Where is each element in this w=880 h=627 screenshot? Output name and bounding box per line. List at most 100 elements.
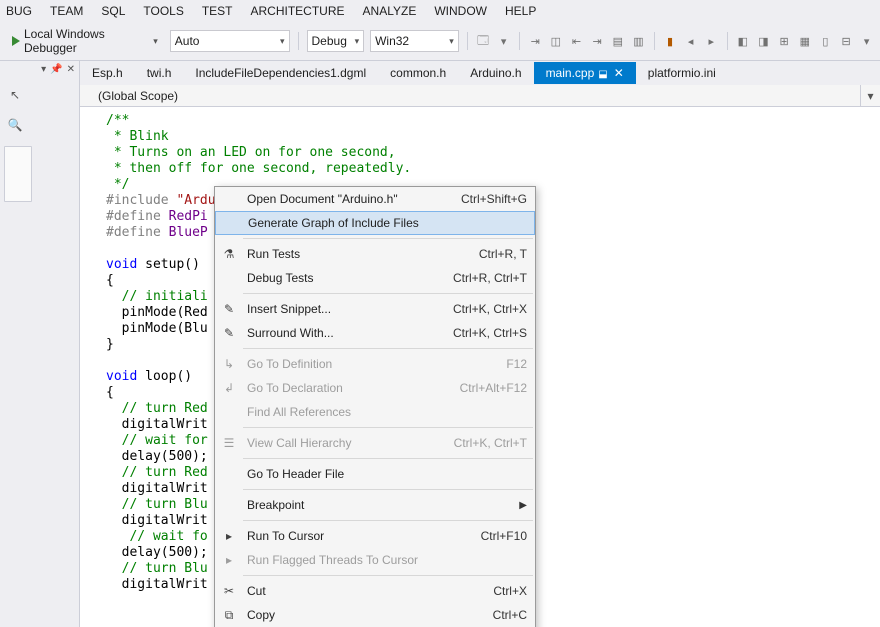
tool-icon-a[interactable]: ◧ bbox=[736, 33, 751, 49]
menu-item[interactable]: ✂CutCtrl+X bbox=[215, 579, 535, 603]
close-icon[interactable]: ✕ bbox=[67, 64, 75, 75]
tab-main[interactable]: main.cpp⬓✕ bbox=[534, 62, 636, 84]
menu-sql[interactable]: SQL bbox=[101, 4, 125, 18]
toolbox-search-icon[interactable]: 🔍 bbox=[6, 116, 24, 134]
tool-icon-e[interactable]: ▯ bbox=[818, 33, 833, 49]
menu-architecture[interactable]: ARCHITECTURE bbox=[251, 4, 345, 18]
tool-icon-g[interactable]: ▾ bbox=[859, 33, 874, 49]
toolbox-cursor-icon[interactable]: ↖ bbox=[6, 86, 24, 104]
menu-item[interactable]: ⚗Run TestsCtrl+R, T bbox=[215, 242, 535, 266]
menu-window[interactable]: WINDOW bbox=[434, 4, 487, 18]
tab-includedeps[interactable]: IncludeFileDependencies1.dgml bbox=[183, 62, 378, 84]
separator bbox=[243, 458, 533, 459]
tab-esp[interactable]: Esp.h bbox=[80, 62, 135, 84]
menu-test[interactable]: TEST bbox=[202, 4, 233, 18]
menu-item-label: Open Document "Arduino.h" bbox=[247, 192, 453, 206]
pin-icon[interactable]: ⬓ bbox=[598, 69, 607, 80]
prev-icon[interactable]: ◂ bbox=[683, 33, 698, 49]
dropdown-icon[interactable]: ▾ bbox=[496, 33, 511, 49]
menu-team[interactable]: TEAM bbox=[50, 4, 83, 18]
platform-combo[interactable]: Win32▾ bbox=[370, 30, 459, 52]
menu-item: ☰ View Call Hierarchy Ctrl+K, Ctrl+T bbox=[215, 431, 535, 455]
menu-item[interactable]: Breakpoint ▶ bbox=[215, 493, 535, 517]
menu-shortcut: Ctrl+Shift+G bbox=[461, 192, 527, 206]
menu-item[interactable]: ✎Surround With...Ctrl+K, Ctrl+S bbox=[215, 321, 535, 345]
frame-icon[interactable]: ◫ bbox=[549, 33, 564, 49]
menu-item: ↳Go To DefinitionF12 bbox=[215, 352, 535, 376]
menu-shortcut: F12 bbox=[506, 357, 527, 371]
tool-icon-c[interactable]: ⊞ bbox=[777, 33, 792, 49]
tab-common[interactable]: common.h bbox=[378, 62, 458, 84]
collapsed-tool-window[interactable] bbox=[4, 146, 32, 202]
separator bbox=[727, 32, 728, 50]
close-tab-icon[interactable]: ✕ bbox=[614, 66, 624, 80]
uncomment-icon[interactable]: ▥ bbox=[631, 33, 646, 49]
menu-shortcut: Ctrl+K, Ctrl+T bbox=[454, 436, 527, 450]
config-combo-1[interactable]: Auto▾ bbox=[170, 30, 290, 52]
document-tabstrip: Esp.h twi.h IncludeFileDependencies1.dgm… bbox=[80, 61, 880, 85]
main-menubar: BUG TEAM SQL TOOLS TEST ARCHITECTURE ANA… bbox=[0, 0, 880, 22]
menu-help[interactable]: HELP bbox=[505, 4, 536, 18]
tab-twi[interactable]: twi.h bbox=[135, 62, 184, 84]
file-icon[interactable]: 🗔 bbox=[476, 33, 491, 49]
cursor-icon: ▸ bbox=[219, 552, 239, 568]
play-icon bbox=[12, 36, 20, 46]
menu-item[interactable]: Generate Graph of Include Files bbox=[215, 211, 535, 235]
menu-item-label: Breakpoint bbox=[247, 498, 511, 512]
separator bbox=[519, 32, 520, 50]
step-icon[interactable]: ⇥ bbox=[528, 33, 543, 49]
separator bbox=[243, 427, 533, 428]
separator bbox=[243, 489, 533, 490]
tab-arduino[interactable]: Arduino.h bbox=[458, 62, 533, 84]
chevron-down-icon[interactable]: ▾ bbox=[860, 85, 880, 106]
flask-icon: ⚗ bbox=[219, 246, 239, 262]
next-icon[interactable]: ▸ bbox=[704, 33, 719, 49]
menu-item-label: Insert Snippet... bbox=[247, 302, 445, 316]
comment-icon[interactable]: ▤ bbox=[610, 33, 625, 49]
menu-item: Find All References bbox=[215, 400, 535, 424]
blank-icon bbox=[219, 270, 239, 286]
snip-icon: ✎ bbox=[219, 301, 239, 317]
bookmark-icon[interactable]: ▮ bbox=[663, 33, 678, 49]
call-icon: ☰ bbox=[219, 435, 239, 451]
tool-icon-b[interactable]: ◨ bbox=[756, 33, 771, 49]
menu-item[interactable]: ▸Run To CursorCtrl+F10 bbox=[215, 524, 535, 548]
menu-shortcut: Ctrl+C bbox=[493, 608, 527, 622]
start-debug-button[interactable]: Local Windows Debugger ▾ bbox=[6, 25, 164, 57]
left-dock: ▾ 📌 ✕ ↖ 🔍 bbox=[0, 61, 80, 627]
separator bbox=[243, 520, 533, 521]
menu-item-label: Generate Graph of Include Files bbox=[248, 216, 518, 230]
pin-icon[interactable]: 📌 bbox=[50, 64, 62, 75]
dropdown-icon[interactable]: ▾ bbox=[41, 64, 46, 75]
menu-tools[interactable]: TOOLS bbox=[143, 4, 183, 18]
menu-item-label: Cut bbox=[247, 584, 485, 598]
menu-shortcut: Ctrl+K, Ctrl+X bbox=[453, 302, 527, 316]
separator bbox=[243, 348, 533, 349]
scope-combo[interactable]: (Global Scope) bbox=[98, 89, 860, 103]
tool-icon-f[interactable]: ⊟ bbox=[839, 33, 854, 49]
menu-item[interactable]: Debug TestsCtrl+R, Ctrl+T bbox=[215, 266, 535, 290]
separator bbox=[243, 238, 533, 239]
indent-icon[interactable]: ⇤ bbox=[569, 33, 584, 49]
menu-analyze[interactable]: ANALYZE bbox=[363, 4, 417, 18]
snip-icon: ✎ bbox=[219, 325, 239, 341]
separator bbox=[298, 32, 299, 50]
chevron-right-icon: ▶ bbox=[519, 500, 527, 511]
tab-platformio[interactable]: platformio.ini bbox=[636, 62, 728, 84]
menu-shortcut: Ctrl+K, Ctrl+S bbox=[453, 326, 527, 340]
config-combo-2[interactable]: Debug▾ bbox=[307, 30, 365, 52]
menu-item-label: Go To Declaration bbox=[247, 381, 452, 395]
menu-item[interactable]: Go To Header File bbox=[215, 462, 535, 486]
menu-shortcut: Ctrl+F10 bbox=[481, 529, 527, 543]
menu-bug[interactable]: BUG bbox=[6, 4, 32, 18]
menu-item: ↲Go To DeclarationCtrl+Alt+F12 bbox=[215, 376, 535, 400]
menu-item-label: View Call Hierarchy bbox=[247, 436, 446, 450]
editor-context-menu: Open Document "Arduino.h" Ctrl+Shift+G Gen… bbox=[214, 186, 536, 627]
tool-icon-d[interactable]: ▦ bbox=[797, 33, 812, 49]
menu-item[interactable]: ⧉CopyCtrl+C bbox=[215, 603, 535, 627]
decl-icon: ↲ bbox=[219, 380, 239, 396]
outdent-icon[interactable]: ⇥ bbox=[590, 33, 605, 49]
menu-item[interactable]: Open Document "Arduino.h" Ctrl+Shift+G bbox=[215, 187, 535, 211]
menu-item-label: Debug Tests bbox=[247, 271, 445, 285]
menu-item[interactable]: ✎ Insert Snippet... Ctrl+K, Ctrl+X bbox=[215, 297, 535, 321]
